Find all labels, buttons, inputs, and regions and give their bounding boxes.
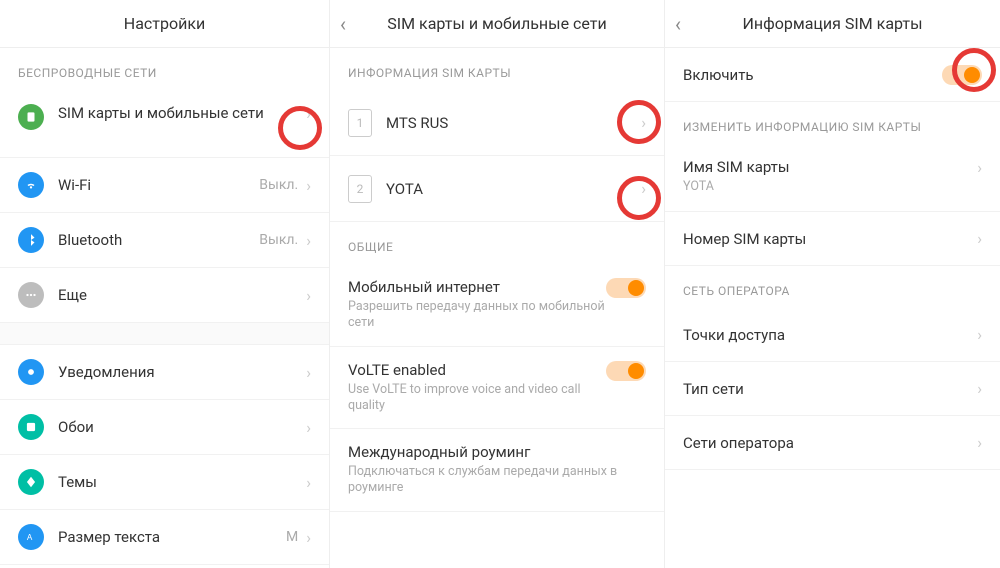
text-size-label: Размер текста [58,528,286,546]
sim-icon [18,104,44,130]
row-volte[interactable]: VoLTE enabled Use VoLTE to improve voice… [330,347,664,430]
sim-number-label: Номер SIM карты [683,230,977,248]
volte-toggle[interactable] [606,361,646,381]
back-button[interactable]: ‹ [340,0,346,48]
chevron-right-icon: › [306,363,311,382]
row-text-size[interactable]: A Размер текста М › [0,510,329,565]
wallpaper-icon [18,414,44,440]
chevron-right-icon: › [306,176,311,195]
chevron-right-icon: › [977,229,982,248]
section-sim-info: ИНФОРМАЦИЯ SIM КАРТЫ [330,48,664,90]
apn-label: Точки доступа [683,326,977,344]
roaming-sub: Подключаться к службам передачи данных в… [348,464,646,497]
sim-info-pane: ‹ Информация SIM карты Включить ИЗМЕНИТЬ… [665,0,1000,568]
row-operators[interactable]: Сети оператора › [665,416,1000,470]
mobile-data-title: Мобильный интернет [348,278,606,296]
chevron-right-icon: › [641,179,646,198]
row-network-type[interactable]: Тип сети › [665,362,1000,416]
section-edit-sim: ИЗМЕНИТЬ ИНФОРМАЦИЮ SIM КАРТЫ [665,102,1000,144]
bt-label: Bluetooth [58,231,259,249]
notifications-icon [18,359,44,385]
row-sim-cards[interactable]: SIM карты и мобильные сети › [0,90,329,158]
wifi-value: Выкл. [259,177,298,193]
row-enable[interactable]: Включить [665,48,1000,102]
mobile-data-toggle[interactable] [606,278,646,298]
row-apn[interactable]: Точки доступа › [665,308,1000,362]
row-mobile-data[interactable]: Мобильный интернет Разрешить передачу да… [330,264,664,347]
chevron-right-icon: › [306,231,311,250]
pane2-title: SIM карты и мобильные сети [387,14,606,33]
sim2-number-box: 2 [348,175,372,203]
row-bluetooth[interactable]: Bluetooth Выкл. › [0,213,329,268]
section-wireless: БЕСПРОВОДНЫЕ СЕТИ [0,48,329,90]
chevron-right-icon: › [306,286,311,305]
chevron-right-icon: › [977,433,982,452]
wifi-icon [18,172,44,198]
sim2-label: YOTA [386,180,641,198]
wall-label: Обои [58,418,306,436]
volte-title: VoLTE enabled [348,361,606,379]
text-size-icon: A [18,524,44,550]
enable-label: Включить [683,66,942,84]
mobile-data-sub: Разрешить передачу данных по мобильной с… [348,299,606,332]
net-type-label: Тип сети [683,380,977,398]
bluetooth-icon [18,227,44,253]
section-gap [0,323,329,345]
sim-label: SIM карты и мобильные сети [58,104,306,124]
text-size-value: М [286,529,298,545]
pane3-title: Информация SIM карты [742,14,922,33]
notif-label: Уведомления [58,363,306,381]
bt-value: Выкл. [259,232,298,248]
wifi-label: Wi-Fi [58,176,259,194]
row-more[interactable]: Еще › [0,268,329,323]
chevron-right-icon: › [977,158,982,177]
volte-sub: Use VoLTE to improve voice and video cal… [348,382,606,415]
chevron-right-icon: › [306,473,311,492]
row-themes[interactable]: Темы › [0,455,329,510]
enable-toggle[interactable] [942,65,982,85]
chevron-right-icon: › [306,528,311,547]
sim-networks-pane: ‹ SIM карты и мобильные сети ИНФОРМАЦИЯ … [330,0,665,568]
row-sim2[interactable]: 2 YOTA › [330,156,664,222]
chevron-right-icon: › [977,379,982,398]
chevron-right-icon: › [306,104,311,123]
header-settings: Настройки [0,0,329,48]
row-wallpaper[interactable]: Обои › [0,400,329,455]
roaming-title: Международный роуминг [348,443,646,461]
row-sim-number[interactable]: Номер SIM карты › [665,212,1000,266]
sim1-label: MTS RUS [386,114,641,132]
chevron-right-icon: › [977,325,982,344]
chevron-right-icon: › [306,418,311,437]
row-roaming[interactable]: Международный роуминг Подключаться к слу… [330,429,664,512]
section-general: ОБЩИЕ [330,222,664,264]
pane1-title: Настройки [124,14,205,33]
operators-label: Сети оператора [683,434,977,452]
svg-text:A: A [27,533,33,542]
themes-label: Темы [58,473,306,491]
row-notifications[interactable]: Уведомления › [0,345,329,400]
header-sim-info: ‹ Информация SIM карты [665,0,1000,48]
back-button[interactable]: ‹ [675,0,681,48]
section-operator-network: СЕТЬ ОПЕРАТОРА [665,266,1000,308]
sim1-number-box: 1 [348,109,372,137]
sim-name-title: Имя SIM карты [683,158,977,176]
settings-pane: Настройки БЕСПРОВОДНЫЕ СЕТИ SIM карты и … [0,0,330,568]
more-label: Еще [58,286,306,304]
row-wifi[interactable]: Wi-Fi Выкл. › [0,158,329,213]
sim-name-sub: YOTA [683,179,977,195]
chevron-right-icon: › [641,113,646,132]
row-sim1[interactable]: 1 MTS RUS › [330,90,664,156]
header-sim-networks: ‹ SIM карты и мобильные сети [330,0,664,48]
more-icon [18,282,44,308]
themes-icon [18,469,44,495]
row-sim-name[interactable]: Имя SIM карты YOTA › [665,144,1000,212]
